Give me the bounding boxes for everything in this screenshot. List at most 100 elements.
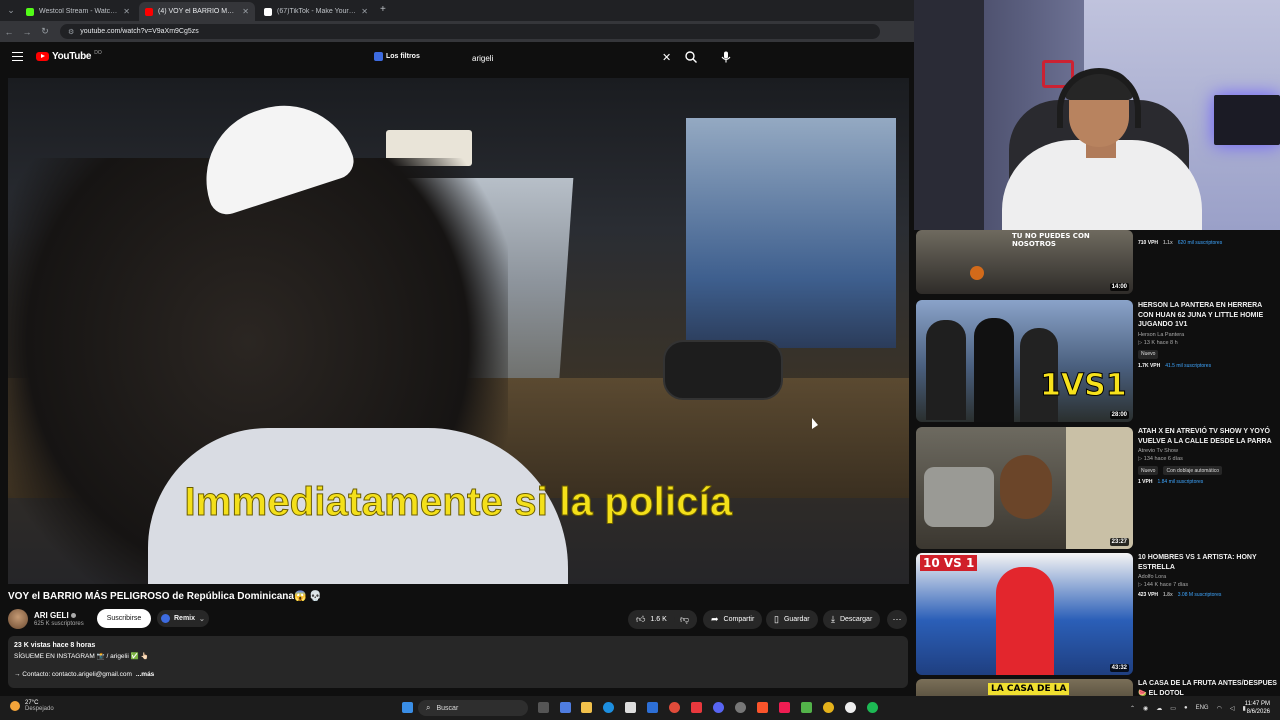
video-info[interactable]: LA CASA DE LA FRUTA ANTES/DESPUES 🍉 EL D… <box>1138 679 1278 696</box>
youtube-logo[interactable]: YouTube DO <box>36 50 102 62</box>
clear-search-icon[interactable]: ✕ <box>662 51 671 64</box>
mic-tray-icon[interactable]: ● <box>1184 705 1188 711</box>
filters-button[interactable]: Los filtros <box>374 52 420 61</box>
views-age: ▷ 144 K hace 7 días <box>1138 582 1189 588</box>
filters-label: Los filtros <box>386 53 420 60</box>
menu-icon[interactable] <box>12 52 23 61</box>
video-thumbnail[interactable]: 10 VS 1 43:32 <box>916 553 1133 675</box>
tab-westcol[interactable]: Westcol Stream - Watch Live o ✕ <box>20 2 136 21</box>
cloud-icon[interactable]: ☁ <box>1156 705 1162 712</box>
store-icon[interactable] <box>625 702 636 713</box>
thumbs-up-icon: 👍︎ <box>636 614 646 624</box>
wifi-icon[interactable]: ◠ <box>1217 705 1222 712</box>
video-thumbnail[interactable]: TU NO PUEDES CON NOSOTROS 14:00 <box>916 230 1133 294</box>
discord-icon[interactable] <box>713 702 724 713</box>
new-badge: Nuevo <box>1138 349 1159 359</box>
tab-tiktok[interactable]: (67)TikTok - Make Your Day ✕ <box>258 2 374 21</box>
weather-widget[interactable]: 27°C Despejado <box>10 700 54 712</box>
share-button[interactable]: ➦ Compartir <box>703 610 763 629</box>
widgets-icon[interactable] <box>560 702 571 713</box>
download-label: Descargar <box>839 616 873 623</box>
video-title: VOY el BARRIO MÁS PELIGROSO de República… <box>8 591 322 602</box>
app-v-icon[interactable] <box>801 702 812 713</box>
youtube-header: YouTube DO Los filtros arigeli ✕ <box>0 42 914 74</box>
site-info-icon[interactable]: ⚙ <box>68 28 74 36</box>
close-tab-icon[interactable]: ✕ <box>242 7 249 16</box>
app-coin-icon[interactable] <box>823 702 834 713</box>
more-actions-icon[interactable]: ⋯ <box>887 610 907 629</box>
brave-icon[interactable] <box>757 702 768 713</box>
unreal-icon[interactable] <box>845 702 856 713</box>
video-duration: 28:00 <box>1109 411 1129 419</box>
back-icon[interactable]: ← <box>0 27 18 37</box>
remix-button[interactable]: Remix ⌄ <box>157 610 209 627</box>
dislike-button[interactable]: 👎︎ <box>674 610 697 629</box>
taskbar: 27°C Despejado ⌕ Buscar ⌃ ◉ ☁ ▭ ● ENG ◠ … <box>0 696 1280 720</box>
channel-name[interactable]: ARI GELI <box>34 611 76 620</box>
edge-icon[interactable] <box>603 702 614 713</box>
clock[interactable]: 11:47 PM 8/6/2026 <box>1245 700 1270 716</box>
chevron-up-icon[interactable]: ⌃ <box>1130 705 1135 712</box>
microphone-icon[interactable] <box>719 50 733 64</box>
video-info[interactable]: 10 HOMBRES VS 1 ARTISTA: HONY ESTRELLA A… <box>1138 553 1278 598</box>
description-box[interactable]: 23 K vistas hace 8 horas SÍGUEME EN INST… <box>8 636 908 688</box>
views-age: ▷ 134 hace 6 días <box>1138 456 1183 462</box>
app-a-icon[interactable] <box>691 702 702 713</box>
close-tab-icon[interactable]: ✕ <box>361 7 368 16</box>
video-thumbnail[interactable]: LA CASA DE LA <box>916 679 1133 696</box>
remix-label: Remix <box>174 615 196 622</box>
taskbar-search[interactable]: ⌕ Buscar <box>418 700 528 716</box>
video-info[interactable]: 710 VPH 1.1x 620 mil suscriptores <box>1138 236 1278 246</box>
battery-icon[interactable]: ▭ <box>1170 705 1176 712</box>
start-icon[interactable] <box>402 702 413 713</box>
subscribe-button[interactable]: Suscribirse <box>97 609 151 628</box>
task-view-icon[interactable] <box>538 702 549 713</box>
network-icon[interactable]: ◉ <box>1143 705 1148 712</box>
url-field[interactable]: ⚙ youtube.com/watch?v=V9aXm9Cg5zs <box>60 24 880 39</box>
settings-icon[interactable] <box>735 702 746 713</box>
tab-list-icon[interactable]: ⌄ <box>2 5 20 16</box>
mouse-cursor <box>812 418 818 429</box>
search-input[interactable]: arigeli <box>460 48 680 68</box>
description-contact: → Contacto: contacto.arigeli@gmail.com..… <box>14 671 902 678</box>
volume-icon[interactable]: ◁ <box>1230 705 1235 712</box>
video-stats: 710 VPH 1.1x 620 mil suscriptores <box>1138 240 1278 246</box>
video-info[interactable]: ATAH X EN ATREVIÓ TV SHOW Y YOYÓ VUELVE … <box>1138 427 1278 485</box>
spotify-icon[interactable] <box>867 702 878 713</box>
channel-name: Atrevio Tv Show <box>1138 448 1178 454</box>
video-duration: 23:27 <box>1109 538 1129 546</box>
tab-youtube[interactable]: (4) VOY el BARRIO MÁS PEL ✕ <box>139 2 255 21</box>
chrome-icon[interactable] <box>669 702 680 713</box>
multiplier-chip: 1.1x <box>1163 240 1173 246</box>
video-title: 10 HOMBRES VS 1 ARTISTA: HONY ESTRELLA <box>1138 554 1257 571</box>
filter-extension-icon <box>374 52 383 61</box>
forward-icon[interactable]: → <box>18 27 36 37</box>
video-stats: 423 VPH 1.8x 3.08 M suscriptores <box>1138 592 1278 598</box>
search-icon[interactable] <box>684 50 698 64</box>
video-player[interactable]: Immediatamente si la policía <box>8 78 909 584</box>
tiktok-icon[interactable] <box>779 702 790 713</box>
download-button[interactable]: ⤓ Descargar <box>823 610 881 629</box>
reload-icon[interactable]: ↻ <box>36 26 54 37</box>
bookmark-icon: ▯ <box>774 614 779 624</box>
save-button[interactable]: ▯ Guardar <box>766 610 818 629</box>
webcam-monitor <box>1214 95 1280 145</box>
language-indicator[interactable]: ENG <box>1196 705 1209 711</box>
video-thumbnail[interactable]: 1VS1 28:00 <box>916 300 1133 422</box>
description-line: SÍGUEME EN INSTAGRAM 📸 / arigelii ✅ 👆🏻 <box>14 653 149 660</box>
thumbnail-face <box>1000 455 1052 519</box>
video-info[interactable]: HERSON LA PANTERA EN HERRERA CON HUAN 62… <box>1138 301 1278 369</box>
thumbs-down-icon: 👎︎ <box>680 614 690 624</box>
auto-dub-badge: Con doblaje automático <box>1163 466 1222 475</box>
channel-avatar[interactable] <box>8 609 28 629</box>
thumbnail-artist <box>996 567 1054 675</box>
video-duration: 14:00 <box>1109 283 1129 291</box>
video-thumbnail[interactable]: 23:27 <box>916 427 1133 549</box>
close-tab-icon[interactable]: ✕ <box>123 7 130 16</box>
mail-icon[interactable] <box>647 702 658 713</box>
views-age: ▷ 13 K hace 8 h <box>1138 339 1178 346</box>
new-tab-button[interactable]: + <box>380 4 386 15</box>
thumbnail-text: LA CASA DE LA <box>988 683 1070 695</box>
show-more-link[interactable]: ...más <box>136 671 154 678</box>
file-explorer-icon[interactable] <box>581 702 592 713</box>
